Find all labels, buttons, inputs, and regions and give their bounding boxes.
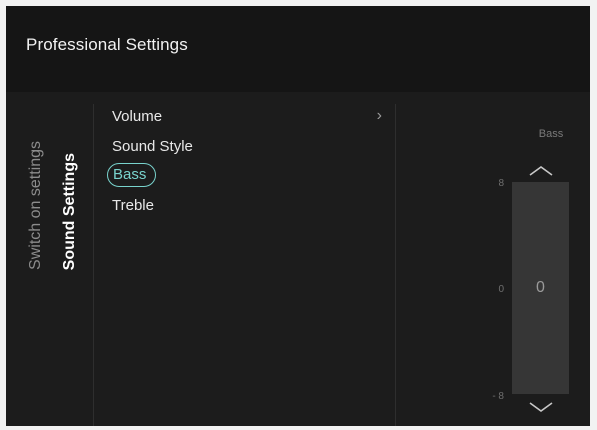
menu-item-volume[interactable]: Volume ›: [100, 104, 388, 134]
tv-settings-screen: Professional Settings Switch on settings…: [6, 6, 590, 426]
chevron-up-icon[interactable]: [526, 162, 556, 180]
header-bar: Professional Settings: [6, 6, 590, 92]
side-tabs: Switch on settings Sound Settings: [18, 100, 90, 270]
menu-item-sound-style[interactable]: Sound Style: [100, 134, 388, 164]
tab-sound-settings[interactable]: Sound Settings: [60, 153, 80, 270]
column-divider: [395, 104, 396, 426]
slider-mid-label: 0: [498, 284, 504, 295]
menu-item-treble[interactable]: Treble: [100, 193, 388, 223]
menu-item-label: Bass: [107, 163, 157, 187]
sound-settings-menu: Volume › Sound Style Bass Treble: [100, 104, 388, 222]
slider-value: 0: [536, 279, 545, 296]
slider-max-label: 8: [498, 178, 504, 189]
chevron-right-icon: ›: [376, 107, 382, 124]
menu-item-label: Treble: [112, 196, 154, 214]
bass-slider[interactable]: 0: [512, 182, 569, 394]
chevron-down-icon[interactable]: [526, 398, 556, 416]
slider-caption: Bass: [538, 128, 564, 140]
column-divider: [93, 104, 94, 426]
menu-item-bass[interactable]: Bass: [100, 163, 388, 193]
slider-min-label: - 8: [492, 391, 504, 402]
tab-switch-on-settings[interactable]: Switch on settings: [26, 141, 46, 270]
page-title: Professional Settings: [26, 35, 188, 54]
menu-item-label: Sound Style: [112, 137, 193, 155]
menu-item-label: Volume: [112, 108, 163, 125]
